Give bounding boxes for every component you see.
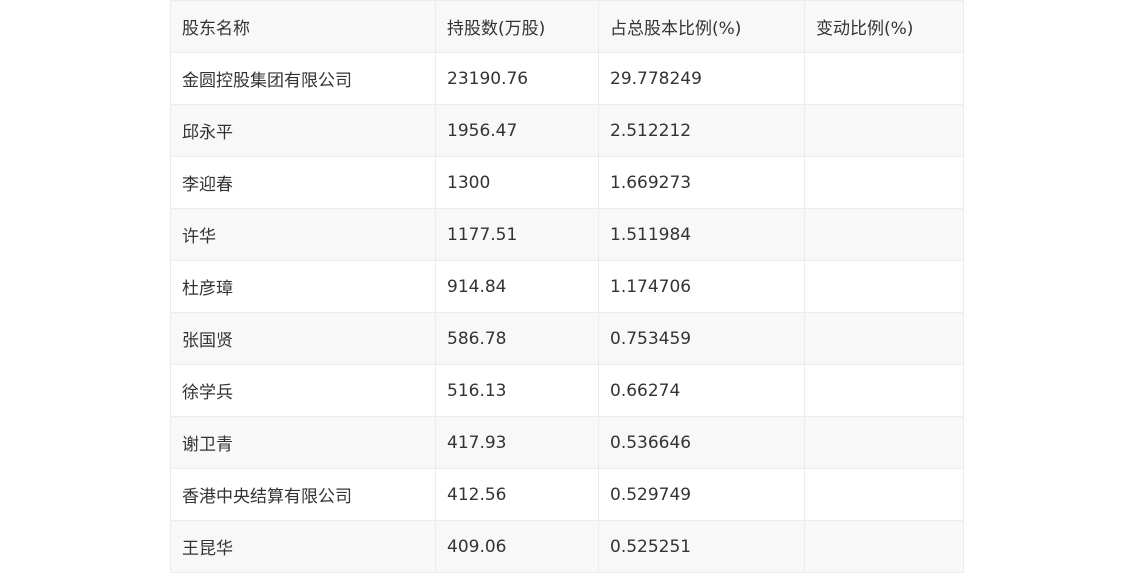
shareholder-table-container: 股东名称 持股数(万股) 占总股本比例(%) 变动比例(%) 金圆控股集团有限公…	[170, 0, 964, 573]
table-header-row: 股东名称 持股数(万股) 占总股本比例(%) 变动比例(%)	[170, 0, 964, 53]
header-change-ratio: 变动比例(%)	[804, 0, 964, 53]
cell-shareholder-name: 徐学兵	[170, 364, 436, 417]
table-row: 徐学兵 516.13 0.66274	[170, 364, 964, 417]
cell-shareholder-name: 谢卫青	[170, 416, 436, 469]
header-share-ratio: 占总股本比例(%)	[598, 0, 805, 53]
cell-share-ratio: 0.536646	[598, 416, 805, 469]
cell-change-ratio	[804, 52, 964, 105]
cell-change-ratio	[804, 208, 964, 261]
cell-shares-held: 516.13	[435, 364, 599, 417]
cell-share-ratio: 1.669273	[598, 156, 805, 209]
table-row: 王昆华 409.06 0.525251	[170, 520, 964, 573]
cell-shareholder-name: 香港中央结算有限公司	[170, 468, 436, 521]
cell-shares-held: 409.06	[435, 520, 599, 573]
cell-shares-held: 1177.51	[435, 208, 599, 261]
cell-shareholder-name: 李迎春	[170, 156, 436, 209]
header-shares-held: 持股数(万股)	[435, 0, 599, 53]
cell-share-ratio: 0.525251	[598, 520, 805, 573]
cell-share-ratio: 1.174706	[598, 260, 805, 313]
cell-shareholder-name: 王昆华	[170, 520, 436, 573]
cell-shareholder-name: 杜彦璋	[170, 260, 436, 313]
cell-change-ratio	[804, 260, 964, 313]
table-row: 邱永平 1956.47 2.512212	[170, 104, 964, 157]
cell-change-ratio	[804, 520, 964, 573]
cell-shareholder-name: 张国贤	[170, 312, 436, 365]
cell-shareholder-name: 金圆控股集团有限公司	[170, 52, 436, 105]
cell-change-ratio	[804, 416, 964, 469]
cell-change-ratio	[804, 468, 964, 521]
cell-share-ratio: 0.529749	[598, 468, 805, 521]
cell-shares-held: 1300	[435, 156, 599, 209]
table-row: 张国贤 586.78 0.753459	[170, 312, 964, 365]
cell-change-ratio	[804, 156, 964, 209]
table-row: 杜彦璋 914.84 1.174706	[170, 260, 964, 313]
shareholder-table: 股东名称 持股数(万股) 占总股本比例(%) 变动比例(%) 金圆控股集团有限公…	[170, 0, 964, 573]
cell-shareholder-name: 许华	[170, 208, 436, 261]
cell-shares-held: 914.84	[435, 260, 599, 313]
cell-shares-held: 23190.76	[435, 52, 599, 105]
cell-share-ratio: 1.511984	[598, 208, 805, 261]
cell-shares-held: 417.93	[435, 416, 599, 469]
cell-shares-held: 1956.47	[435, 104, 599, 157]
table-row: 许华 1177.51 1.511984	[170, 208, 964, 261]
cell-shares-held: 586.78	[435, 312, 599, 365]
cell-change-ratio	[804, 312, 964, 365]
header-shareholder-name: 股东名称	[170, 0, 436, 53]
cell-share-ratio: 29.778249	[598, 52, 805, 105]
cell-shareholder-name: 邱永平	[170, 104, 436, 157]
cell-share-ratio: 0.66274	[598, 364, 805, 417]
cell-change-ratio	[804, 364, 964, 417]
cell-shares-held: 412.56	[435, 468, 599, 521]
table-row: 谢卫青 417.93 0.536646	[170, 416, 964, 469]
table-row: 金圆控股集团有限公司 23190.76 29.778249	[170, 52, 964, 105]
table-row: 李迎春 1300 1.669273	[170, 156, 964, 209]
cell-share-ratio: 2.512212	[598, 104, 805, 157]
table-row: 香港中央结算有限公司 412.56 0.529749	[170, 468, 964, 521]
cell-change-ratio	[804, 104, 964, 157]
cell-share-ratio: 0.753459	[598, 312, 805, 365]
